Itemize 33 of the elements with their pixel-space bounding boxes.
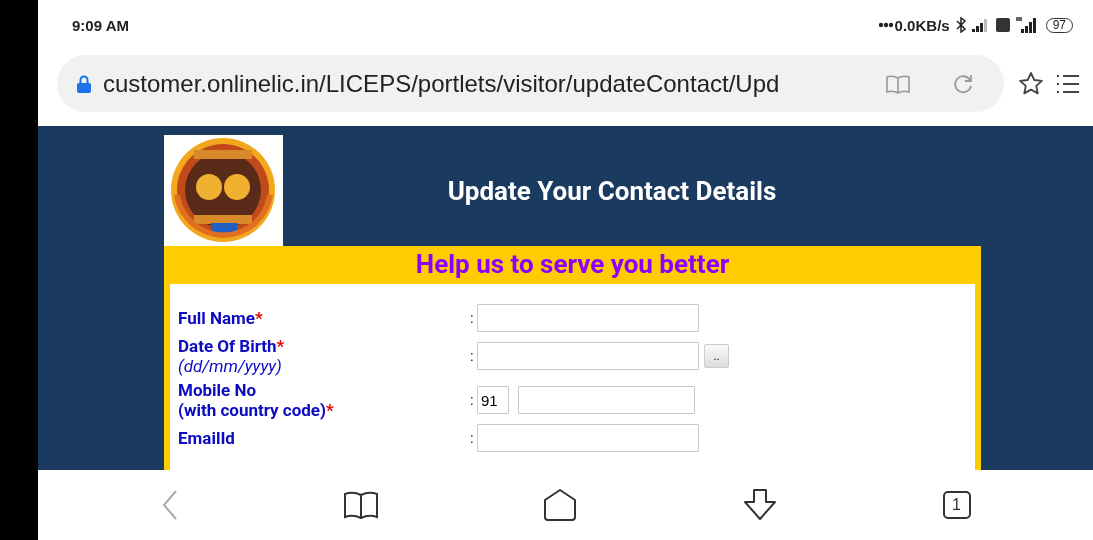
date-field[interactable] <box>477 342 699 370</box>
home-icon[interactable] <box>542 488 577 522</box>
url-text: customer.onlinelic.in/LICEPS/portlets/visitor/updateContact/Upd <box>103 69 781 98</box>
tabs-button[interactable]: 1 <box>942 491 971 519</box>
volte-icon <box>995 18 1010 32</box>
field-label: Date Of Birth* (dd/mm/yyyy) <box>178 336 286 376</box>
field-label: Full Name* <box>178 308 264 328</box>
reload-icon[interactable] <box>952 72 974 95</box>
input-field[interactable] <box>477 304 699 332</box>
signal-icon <box>971 18 990 32</box>
star-icon[interactable] <box>1018 71 1044 96</box>
colon-separator: : <box>470 429 475 447</box>
more-dots-icon <box>877 22 894 28</box>
book-icon[interactable] <box>343 491 378 519</box>
network-speed: 0.0KB/s <box>894 16 950 34</box>
input-field[interactable] <box>477 424 699 452</box>
field-label: Mobile No (with country code)* <box>178 380 335 420</box>
list-icon[interactable] <box>1056 72 1080 95</box>
mobile-field[interactable] <box>518 386 695 414</box>
calendar-button[interactable]: .. <box>704 344 729 368</box>
download-icon[interactable] <box>741 488 778 522</box>
lock-icon <box>77 74 91 93</box>
colon-separator: : <box>470 391 475 409</box>
colon-separator: : <box>470 347 475 365</box>
page-title: Update Your Contact Details <box>446 175 778 206</box>
field-label: EmailId <box>178 428 236 448</box>
form-heading: Help us to serve you better <box>414 248 731 281</box>
country-code-field[interactable]: 91 <box>477 386 509 414</box>
bluetooth-icon <box>955 17 966 33</box>
address-bar[interactable]: customer.onlinelic.in/LICEPS/portlets/visitor/updateContact/Upd <box>57 55 1004 112</box>
clock-time: 9:09 AM <box>72 16 129 34</box>
colon-separator: : <box>470 309 475 327</box>
back-icon[interactable] <box>160 489 179 521</box>
